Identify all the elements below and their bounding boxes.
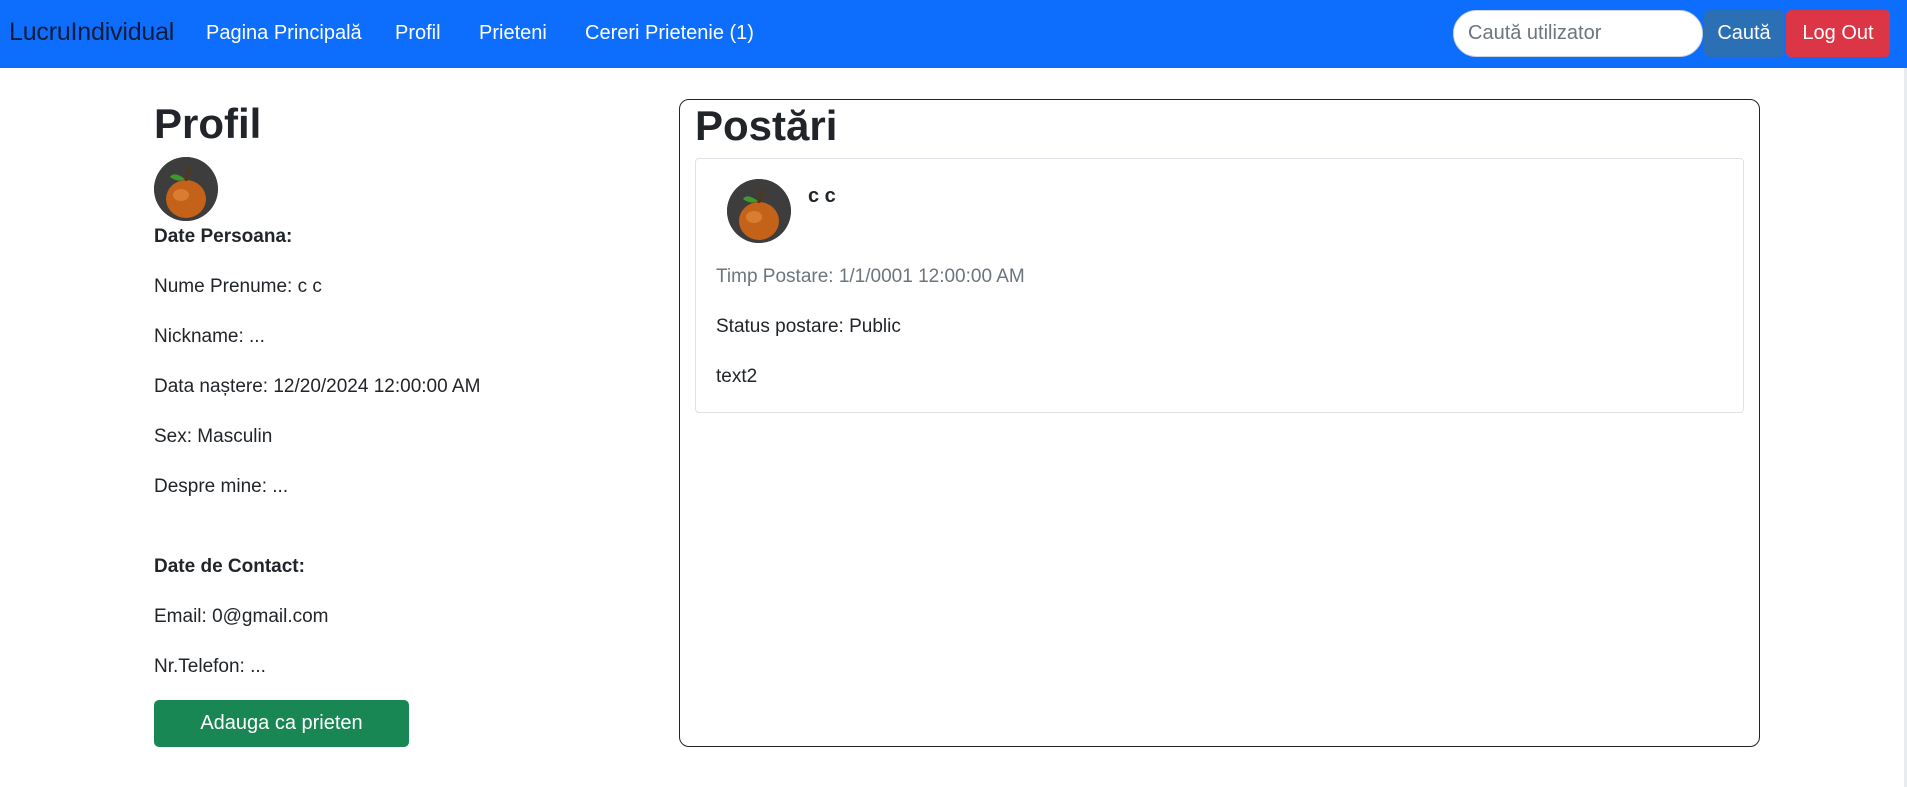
pear-icon [154,157,218,221]
post-status: Status postare: Public [716,316,901,337]
logout-button[interactable]: Log Out [1786,10,1890,57]
nickname: Nickname: ... [154,326,265,347]
nav-link-friends[interactable]: Prieteni [479,22,547,45]
nav-link-friend-requests[interactable]: Cereri Prietenie (1) [585,22,754,45]
nav-link-profile[interactable]: Profil [395,22,441,45]
add-friend-button[interactable]: Adauga ca prieten [154,700,409,747]
navbar: LucruIndividual Pagina Principală Profil… [0,0,1907,68]
posts-title: Postări [695,102,838,149]
brand-link[interactable]: LucruIndividual [9,18,174,47]
personal-data-heading: Date Persoana: [154,226,293,247]
contact-data-heading: Date de Contact: [154,556,305,577]
profile-avatar [154,157,218,221]
post-text: text2 [716,366,758,387]
about-me: Despre mine: ... [154,476,289,497]
profile-title: Profil [154,100,262,147]
email: Email: 0@gmail.com [154,606,329,627]
birth-date: Data naștere: 12/20/2024 12:00:00 AM [154,376,481,397]
phone-number: Nr.Telefon: ... [154,656,266,677]
search-button[interactable]: Caută [1704,10,1784,57]
post-time: Timp Postare: 1/1/0001 12:00:00 AM [716,266,1025,287]
post-author-avatar [727,179,791,243]
nav-link-home[interactable]: Pagina Principală [206,22,362,45]
search-input[interactable] [1453,10,1703,57]
sex: Sex: Masculin [154,426,273,447]
pear-icon [727,179,791,243]
full-name: Nume Prenume: c c [154,276,322,297]
post-author: c c [808,185,836,207]
